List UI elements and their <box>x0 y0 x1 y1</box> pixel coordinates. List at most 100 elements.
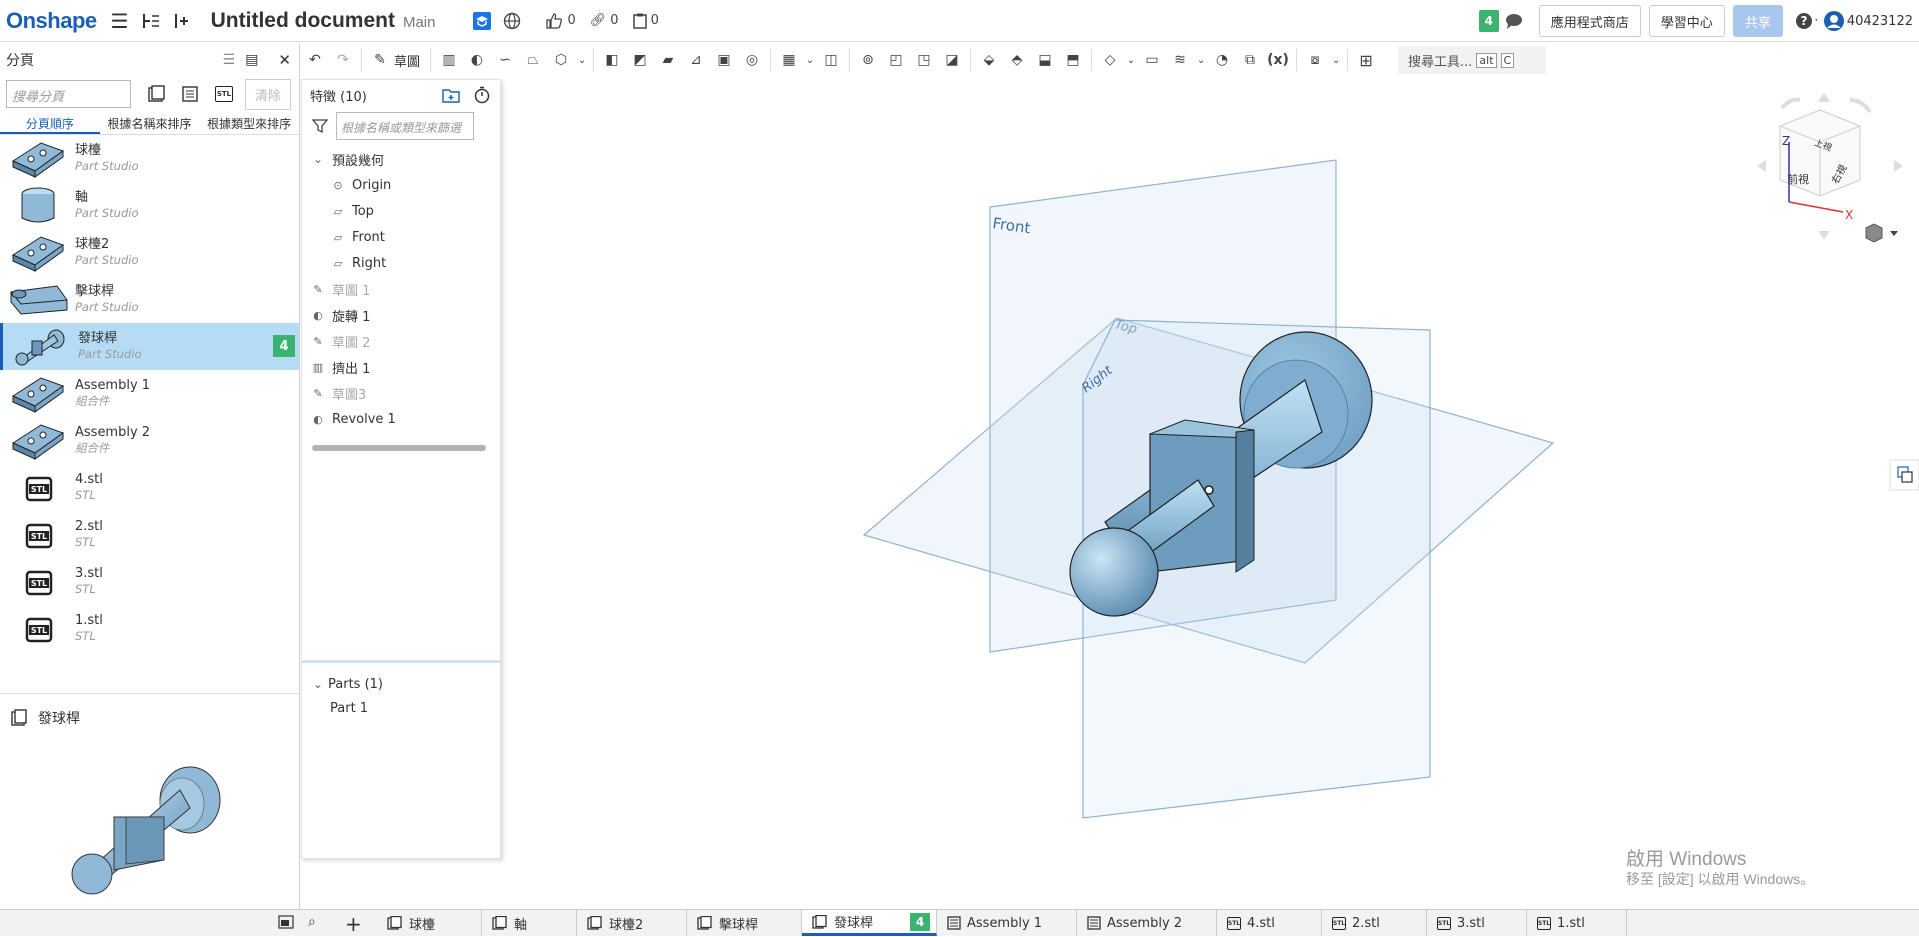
document-tab[interactable]: 球檯2 <box>577 910 687 936</box>
measure-icon[interactable]: ◔ <box>1208 46 1236 74</box>
filter-stl-icon[interactable]: STL <box>215 86 233 102</box>
document-tab[interactable]: 擊球桿 <box>687 910 802 936</box>
default-geometry-group[interactable]: ⌄ 預設幾何 <box>310 146 500 172</box>
dropdown-arrow-icon[interactable]: ⌄ <box>575 46 589 74</box>
roll-right-arrow-icon[interactable] <box>1849 98 1872 114</box>
tab-item[interactable]: Assembly 2 組合件 <box>0 417 299 464</box>
feature-item[interactable]: ✎ 草圖 1 <box>310 276 500 302</box>
tab-item[interactable]: 擊球桿 Part Studio <box>0 276 299 323</box>
close-icon[interactable]: ✕ <box>278 51 291 69</box>
draft-icon[interactable]: ▰ <box>654 46 682 74</box>
mirror-icon[interactable]: ◫ <box>817 46 845 74</box>
part-item[interactable]: Part 1 <box>302 697 500 719</box>
split-icon[interactable]: ◰ <box>882 46 910 74</box>
branch-name[interactable]: Main <box>403 14 436 31</box>
add-custom-feature-icon[interactable]: ⊞ <box>1352 46 1380 74</box>
document-tab[interactable]: STL 3.stl <box>1427 910 1527 936</box>
document-tab[interactable]: STL 4.stl <box>1217 910 1322 936</box>
learning-center-button[interactable]: 學習中心 <box>1648 5 1725 37</box>
delete-face-icon[interactable]: ⬘ <box>1003 46 1031 74</box>
loft-icon[interactable]: ⏢ <box>519 46 547 74</box>
tab-search-input[interactable]: 搜尋分頁 <box>6 80 131 108</box>
version-graph-icon[interactable] <box>139 10 161 32</box>
tab-item[interactable]: STL 2.stl STL <box>0 511 299 558</box>
graphics-viewport[interactable]: Front Top Right 上視 前視 右視 X Z <box>502 79 1919 909</box>
filter-icon[interactable] <box>312 118 328 134</box>
tab-item[interactable]: Assembly 1 組合件 <box>0 370 299 417</box>
share-button[interactable]: 共享 <box>1732 5 1783 37</box>
sketch-label[interactable]: 草圖 <box>394 51 420 70</box>
tab-manager-toggle-icon[interactable] <box>278 915 294 929</box>
insert-icon[interactable] <box>169 10 191 32</box>
document-tab[interactable]: Assembly 2 <box>1077 910 1217 936</box>
modify-fillet-icon[interactable]: ⬙ <box>975 46 1003 74</box>
list-view-icon[interactable]: ☰ <box>223 52 236 68</box>
tab-item[interactable]: 軸 Part Studio <box>0 182 299 229</box>
onshape-logo[interactable]: Onshape <box>6 8 97 34</box>
feature-item[interactable]: ✎ 草圖 2 <box>310 328 500 354</box>
view-options-icon[interactable] <box>1865 223 1898 243</box>
add-folder-icon[interactable] <box>442 86 460 104</box>
thicken-icon[interactable]: ⬡ <box>547 46 575 74</box>
feature-plane-top[interactable]: ▱ Top <box>310 198 500 224</box>
section-icon[interactable]: ⧉ <box>1236 46 1264 74</box>
sort-by-name-tab[interactable]: 根據名稱來排序 <box>100 111 200 134</box>
sweep-icon[interactable]: ∽ <box>491 46 519 74</box>
roll-left-arrow-icon[interactable] <box>1780 97 1801 110</box>
view-cube-front-label[interactable]: 前視 <box>1787 172 1809 186</box>
dropdown-arrow-icon[interactable]: ⌄ <box>1194 46 1208 74</box>
notification-badge[interactable]: 4 <box>273 335 295 357</box>
feature-item[interactable]: ◐ 旋轉 1 <box>310 302 500 328</box>
document-tab[interactable]: 球檯 <box>377 910 482 936</box>
document-title[interactable]: Untitled document <box>211 9 395 33</box>
app-store-button[interactable]: 應用程式商店 <box>1538 5 1641 37</box>
tab-item[interactable]: 球檯2 Part Studio <box>0 229 299 276</box>
notification-badge[interactable]: 4 <box>910 912 930 931</box>
revolve-icon[interactable]: ◐ <box>463 46 491 74</box>
feature-plane-right[interactable]: ▱ Right <box>310 250 500 276</box>
sort-by-order-tab[interactable]: 分頁順序 <box>0 111 100 134</box>
comment-icon[interactable] <box>1503 10 1525 32</box>
rotate-right-arrow-icon[interactable] <box>1894 160 1903 172</box>
parts-group[interactable]: ⌄ Parts (1) <box>302 671 500 697</box>
tab-item[interactable]: 發球桿 Part Studio 4 <box>0 323 299 370</box>
feature-filter-input[interactable]: 根據名稱或類型來篩選 <box>336 112 474 140</box>
move-face-icon[interactable]: ⬓ <box>1031 46 1059 74</box>
tab-item[interactable]: STL 3.stl STL <box>0 558 299 605</box>
helix-icon[interactable]: ≋ <box>1166 46 1194 74</box>
copy-count[interactable]: 0 <box>632 13 659 29</box>
transform-icon[interactable]: ◳ <box>910 46 938 74</box>
3d-scene[interactable]: Front Top Right 上視 前視 右視 X Z <box>502 79 1919 909</box>
document-tab[interactable]: STL 1.stl <box>1527 910 1627 936</box>
filter-assembly-icon[interactable] <box>181 85 199 103</box>
rotate-down-arrow-icon[interactable] <box>1818 231 1830 240</box>
globe-icon[interactable] <box>501 10 523 32</box>
clear-button[interactable]: 清除 <box>245 78 292 110</box>
document-tab[interactable]: STL 2.stl <box>1322 910 1427 936</box>
configure-icon[interactable]: ⧇ <box>1301 46 1329 74</box>
document-tab[interactable]: 發球桿 4 <box>802 910 937 936</box>
add-tab-icon[interactable]: + <box>345 912 362 936</box>
shell-icon[interactable]: ▣ <box>710 46 738 74</box>
hamburger-menu-icon[interactable]: ☰ <box>109 9 131 33</box>
help-icon[interactable]: ? <box>1795 10 1817 32</box>
feature-list-scrollbar[interactable] <box>312 445 486 451</box>
boolean-icon[interactable]: ⊚ <box>854 46 882 74</box>
document-tab[interactable]: Assembly 1 <box>937 910 1077 936</box>
stopwatch-icon[interactable] <box>474 86 490 104</box>
document-tab[interactable]: 軸 <box>482 910 577 936</box>
plane-icon[interactable]: ◇ <box>1096 46 1124 74</box>
search-tools-input[interactable]: 搜尋工具... alt C <box>1398 46 1547 74</box>
like-count[interactable]: 0 <box>545 12 576 29</box>
rib-icon[interactable]: ⊿ <box>682 46 710 74</box>
feature-plane-front[interactable]: ▱ Front <box>310 224 500 250</box>
sort-by-type-tab[interactable]: 根據類型來排序 <box>199 111 299 134</box>
right-panel-toggle-icon[interactable] <box>1889 459 1919 491</box>
detail-view-icon[interactable]: ▤ <box>245 52 258 68</box>
dropdown-arrow-icon[interactable]: ⌄ <box>1124 46 1138 74</box>
feature-item[interactable]: ▥ 擠出 1 <box>310 354 500 380</box>
tab-item[interactable]: STL 4.stl STL <box>0 464 299 511</box>
tab-item[interactable]: STL 1.stl STL <box>0 605 299 652</box>
rotate-left-arrow-icon[interactable] <box>1757 160 1766 172</box>
rotate-up-arrow-icon[interactable] <box>1818 93 1830 102</box>
